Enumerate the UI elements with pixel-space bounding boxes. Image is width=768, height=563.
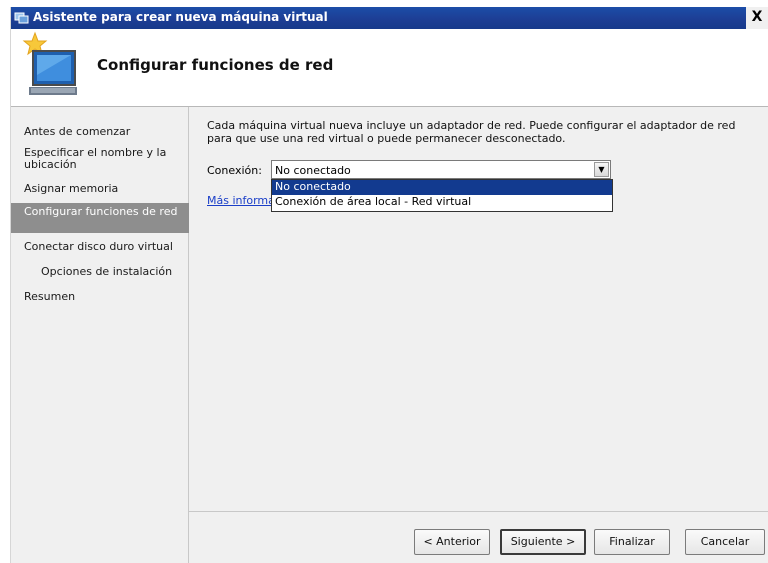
- connection-dropdown-list: No conectado Conexión de área local - Re…: [271, 179, 613, 212]
- option-no-conectado[interactable]: No conectado: [272, 180, 612, 195]
- sidebar-item-asignar-memoria[interactable]: Asignar memoria: [11, 183, 189, 195]
- cancel-button[interactable]: Cancelar: [685, 529, 765, 555]
- monitor-star-icon: [22, 31, 77, 95]
- sidebar-item-opciones-instalacion[interactable]: Opciones de instalación: [11, 266, 189, 278]
- wizard-header: Configurar funciones de red: [11, 29, 768, 107]
- connection-label: Conexión:: [207, 164, 262, 177]
- finish-button[interactable]: Finalizar: [594, 529, 670, 555]
- sidebar-item-antes-de-comenzar[interactable]: Antes de comenzar: [11, 126, 189, 138]
- previous-button[interactable]: < Anterior: [414, 529, 490, 555]
- sidebar-item-configurar-red[interactable]: Configurar funciones de red: [11, 203, 189, 233]
- next-button[interactable]: Siguiente >: [500, 529, 586, 555]
- wizard-window: Asistente para crear nueva máquina virtu…: [10, 7, 768, 563]
- wizard-steps-sidebar: Antes de comenzar Especificar el nombre …: [11, 107, 189, 563]
- page-title: Configurar funciones de red: [97, 56, 334, 74]
- option-red-virtual[interactable]: Conexión de área local - Red virtual: [272, 195, 612, 210]
- connection-selected-value: No conectado: [275, 164, 351, 177]
- close-button[interactable]: X: [746, 7, 768, 29]
- sidebar-item-especificar-nombre[interactable]: Especificar el nombre y la ubicación: [11, 147, 189, 171]
- sidebar-item-conectar-disco[interactable]: Conectar disco duro virtual: [11, 241, 189, 253]
- title-bar: Asistente para crear nueva máquina virtu…: [11, 7, 768, 29]
- connection-select[interactable]: No conectado ▼: [271, 160, 611, 179]
- footer-divider: [189, 511, 768, 512]
- more-info-link[interactable]: Más informa: [207, 194, 271, 207]
- window-title: Asistente para crear nueva máquina virtu…: [33, 10, 328, 24]
- page-description: Cada máquina virtual nueva incluye un ad…: [207, 119, 736, 145]
- chevron-down-icon[interactable]: ▼: [594, 162, 609, 177]
- main-content: Cada máquina virtual nueva incluye un ad…: [189, 107, 768, 563]
- sidebar-item-resumen[interactable]: Resumen: [11, 291, 189, 303]
- virtual-machine-icon: [14, 12, 29, 24]
